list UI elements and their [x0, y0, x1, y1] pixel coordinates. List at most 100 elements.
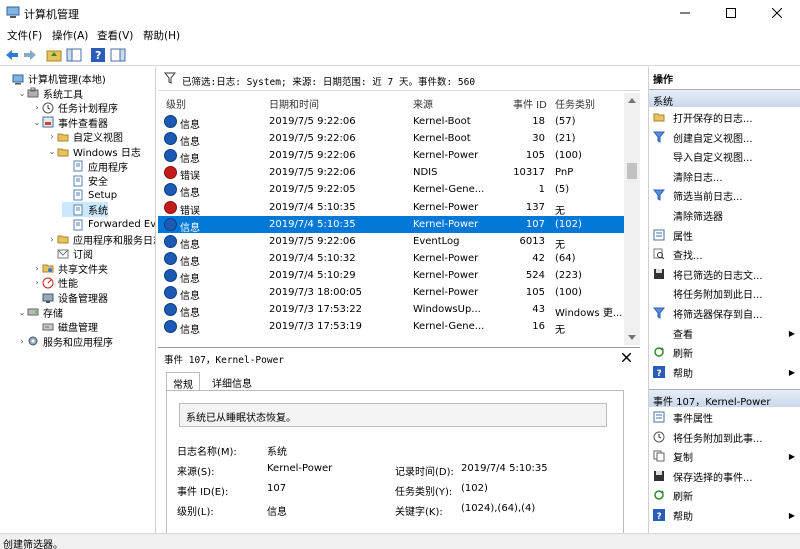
action-item-label: 清除日志...	[673, 172, 723, 184]
table-row[interactable]: 信息 2019/7/3 18:00:05 Kernel-Power 105 (100)	[158, 284, 624, 302]
tree-item-label: 系统	[88, 206, 108, 218]
table-row[interactable]: 信息 2019/7/5 9:22:06 Kernel-Power 105 (100)	[158, 147, 624, 165]
expanded-arrow-icon[interactable]: ⌄	[47, 147, 57, 156]
cell-level: 信息	[180, 222, 200, 234]
tree-item[interactable]: ⌄ 事件查看器	[32, 115, 108, 130]
tree-item[interactable]: 安全	[62, 173, 108, 188]
action-item[interactable]: 导入自定义视图...	[649, 147, 800, 166]
tree-item[interactable]: › 共享文件夹	[32, 261, 108, 276]
event-grid-scrollbar[interactable]	[624, 93, 640, 345]
tree-item[interactable]: ⌄ Windows 日志	[47, 144, 141, 159]
action-item[interactable]: 保存选择的事件...	[649, 467, 800, 486]
info-icon	[164, 217, 177, 231]
collapsed-arrow-icon[interactable]: ›	[17, 337, 27, 346]
tree-item[interactable]: ⌄ 系统工具	[17, 86, 83, 101]
expanded-arrow-icon[interactable]: ⌄	[32, 118, 42, 127]
source-label: 来源(S):	[177, 467, 215, 478]
action-item[interactable]: 复制 ▶	[649, 447, 800, 466]
action-item[interactable]: 打开保存的日志...	[649, 108, 800, 127]
table-row[interactable]: 信息 2019/7/5 9:22:06 Kernel-Boot 30 (21)	[158, 130, 624, 148]
action-item[interactable]: 查看 ▶	[649, 324, 800, 343]
error-icon	[164, 200, 177, 214]
table-row[interactable]: 信息 2019/7/3 17:53:22 WindowsUp... 43 Windows…	[158, 301, 624, 319]
up-folder-icon[interactable]	[46, 47, 62, 63]
scroll-thumb[interactable]	[627, 163, 637, 179]
action-item[interactable]: 事件属性	[649, 408, 800, 427]
tree-item[interactable]: Forwarded Event	[62, 217, 155, 232]
action-item[interactable]: 将任务附加到此日...	[649, 284, 800, 303]
scroll-down-icon[interactable]	[628, 335, 636, 341]
scroll-up-icon[interactable]	[628, 97, 636, 103]
action-item[interactable]: 清除筛选器	[649, 206, 800, 225]
back-arrow-icon[interactable]	[4, 47, 20, 63]
action-item[interactable]: ? 帮助 ▶	[649, 506, 800, 525]
table-row[interactable]: 信息 2019/7/5 9:22:05 Kernel-Gene... 1 (5)	[158, 181, 624, 199]
tree-item[interactable]: › 服务和应用程序	[17, 334, 113, 349]
action-item-label: 筛选当前日志...	[673, 192, 743, 204]
action-spacer	[653, 150, 666, 163]
actions-section-event[interactable]: 事件 107，Kernel-Power	[649, 389, 800, 408]
column-header-datetime[interactable]: 日期和时间	[269, 93, 319, 111]
show-action-pane-icon[interactable]	[110, 47, 126, 63]
action-item[interactable]: 创建自定义视图...	[649, 128, 800, 147]
tree-item[interactable]: 应用程序	[62, 159, 128, 174]
action-item[interactable]: 将筛选器保存到自...	[649, 304, 800, 323]
table-row[interactable]: 信息 2019/7/3 17:53:19 Kernel-Gene... 16 无	[158, 318, 624, 336]
expanded-arrow-icon[interactable]: ⌄	[17, 308, 27, 317]
menu-action[interactable]: 操作(A)	[52, 28, 88, 43]
tree-item[interactable]: › 任务计划程序	[32, 100, 118, 115]
menu-help[interactable]: 帮助(H)	[143, 28, 180, 43]
collapsed-arrow-icon[interactable]: ›	[32, 103, 42, 112]
column-header-source[interactable]: 来源	[413, 93, 433, 111]
tree-item[interactable]: ⌄ 存储	[17, 305, 63, 320]
table-row[interactable]: 信息 2019/7/5 9:22:06 EventLog 6013 无	[158, 233, 624, 251]
table-row[interactable]: 信息 2019/7/4 5:10:29 Kernel-Power 524 (223)	[158, 267, 624, 285]
tab-general[interactable]: 常规	[166, 372, 200, 391]
action-item[interactable]: 刷新	[649, 486, 800, 505]
table-row[interactable]: 错误 2019/7/4 5:10:35 Kernel-Power 137 无	[158, 199, 624, 217]
tree-item[interactable]: 磁盘管理	[32, 319, 98, 334]
table-row[interactable]: 信息 2019/7/4 5:10:35 Kernel-Power 107 (102)	[158, 215, 624, 234]
tree-item[interactable]: 订阅	[47, 246, 93, 261]
action-item[interactable]: 将任务附加到此事...	[649, 428, 800, 447]
menu-view[interactable]: 查看(V)	[97, 28, 133, 43]
close-detail-icon[interactable]	[622, 353, 631, 362]
tree-item[interactable]: › 应用程序和服务日志	[47, 232, 155, 247]
show-hide-tree-icon[interactable]	[66, 47, 82, 63]
action-item[interactable]: ? 帮助 ▶	[649, 363, 800, 382]
action-item-label: 保存选择的事件...	[673, 472, 753, 484]
tree-item[interactable]: 系统	[62, 202, 108, 218]
collapsed-arrow-icon[interactable]: ›	[32, 278, 42, 287]
tree-item[interactable]: 计算机管理(本地)	[2, 71, 106, 86]
services-icon	[27, 335, 39, 347]
menu-file[interactable]: 文件(F)	[7, 28, 42, 43]
close-button[interactable]	[754, 0, 800, 26]
column-header-event-id[interactable]: 事件 ID	[513, 93, 547, 111]
maximize-button[interactable]	[708, 0, 754, 26]
table-row[interactable]: 信息 2019/7/4 5:10:32 Kernel-Power 42 (64)	[158, 250, 624, 268]
actions-section-log[interactable]: 系统	[649, 89, 800, 108]
expanded-arrow-icon[interactable]: ⌄	[17, 89, 27, 98]
forward-arrow-icon[interactable]	[22, 47, 38, 63]
minimize-button[interactable]	[662, 0, 708, 26]
tree-item[interactable]: › 性能	[32, 275, 78, 290]
tree-item[interactable]: › 自定义视图	[47, 129, 123, 144]
action-item[interactable]: 属性	[649, 226, 800, 245]
tree-item[interactable]: Setup	[62, 188, 117, 203]
column-header-task-category[interactable]: 任务类别	[555, 93, 595, 111]
column-header-level[interactable]: 级别	[166, 93, 186, 111]
help-icon: ?	[653, 365, 666, 379]
action-item[interactable]: 筛选当前日志...	[649, 186, 800, 205]
tree-item[interactable]: 设备管理器	[32, 290, 108, 305]
action-item[interactable]: 查找...	[649, 245, 800, 264]
tab-details[interactable]: 详细信息	[206, 372, 258, 390]
action-item[interactable]: 刷新	[649, 343, 800, 362]
action-item[interactable]: 清除日志...	[649, 167, 800, 186]
table-row[interactable]: 信息 2019/7/5 9:22:06 Kernel-Boot 18 (57)	[158, 113, 624, 131]
action-item[interactable]: 将已筛选的日志文...	[649, 265, 800, 284]
table-row[interactable]: 错误 2019/7/5 9:22:06 NDIS 10317 PnP	[158, 164, 624, 182]
help-icon[interactable]: ?	[90, 47, 106, 63]
collapsed-arrow-icon[interactable]: ›	[47, 235, 57, 244]
collapsed-arrow-icon[interactable]: ›	[47, 132, 57, 141]
collapsed-arrow-icon[interactable]: ›	[32, 264, 42, 273]
